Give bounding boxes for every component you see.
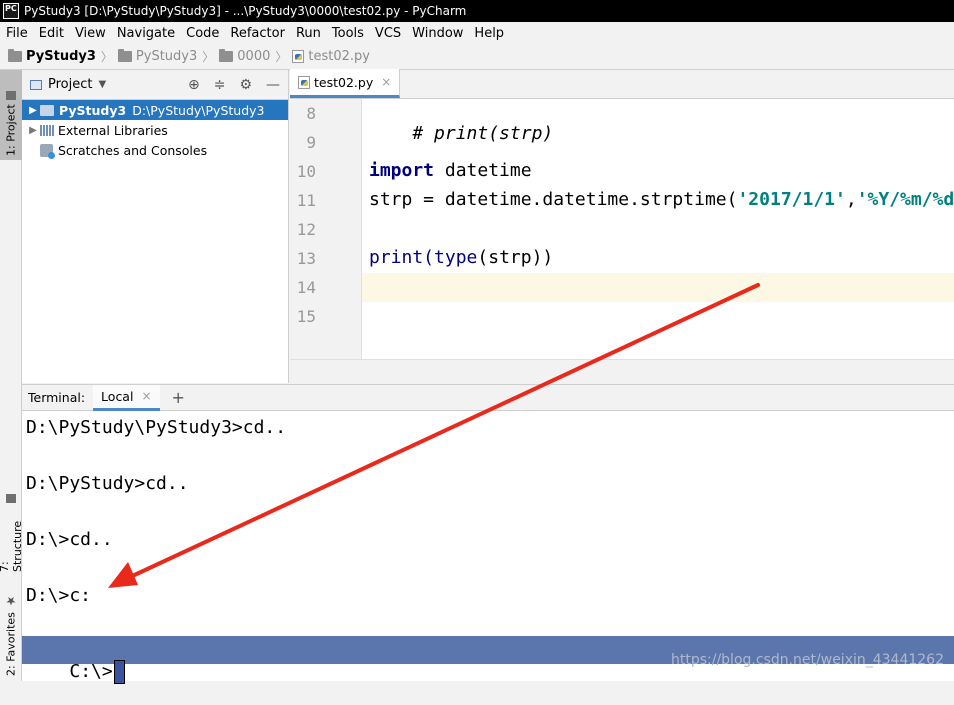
- breadcrumb-folder[interactable]: PyStudy3: [117, 49, 197, 64]
- tree-item-scratches[interactable]: Scratches and Consoles: [22, 140, 288, 160]
- breadcrumb-subfolder[interactable]: 0000: [219, 49, 270, 64]
- folder-icon: [219, 49, 234, 62]
- project-panel-header: Project ▼ ⊕ ≑ ⚙ —: [22, 70, 288, 100]
- line-number: 13: [296, 249, 316, 268]
- menu-window[interactable]: Window: [412, 26, 463, 41]
- structure-icon: [6, 494, 16, 503]
- menu-edit[interactable]: Edit: [39, 26, 64, 41]
- line-number: 11: [296, 191, 316, 210]
- chevron-right-icon: 〉: [100, 50, 113, 64]
- editor-tab-bar: test02.py ×: [290, 69, 954, 99]
- code-editor[interactable]: test02.py × 8 9 10 11 12 13 14 15 # prin…: [290, 69, 954, 383]
- project-view-selector[interactable]: Project: [48, 77, 92, 92]
- editor-tab-test02[interactable]: test02.py ×: [290, 69, 401, 98]
- terminal-line: D:\>cd..: [26, 529, 113, 550]
- folder-icon: [8, 49, 22, 62]
- python-file-icon: [292, 50, 305, 63]
- line-number: 15: [296, 307, 316, 326]
- line-number: 9: [306, 133, 316, 152]
- line-number: 8: [306, 104, 316, 123]
- chevron-right-icon: 〉: [275, 50, 288, 64]
- chevron-right-icon[interactable]: ▶: [26, 125, 40, 136]
- breadcrumb-project[interactable]: PyStudy3: [8, 49, 96, 64]
- menu-vcs[interactable]: VCS: [375, 26, 401, 41]
- tree-item-external-libraries[interactable]: ▶ External Libraries: [22, 120, 288, 140]
- line-number: 12: [296, 220, 316, 239]
- menu-file[interactable]: File: [6, 26, 28, 41]
- window-title: PyStudy3 [D:\PyStudy\PyStudy3] - ...\PyS…: [24, 4, 467, 18]
- chevron-right-icon[interactable]: ▶: [26, 105, 40, 116]
- folder-icon: [117, 49, 132, 62]
- close-icon[interactable]: ×: [381, 75, 391, 89]
- code-line-8: # print(strp): [412, 123, 554, 144]
- tool-tab-favorites[interactable]: 2: Favorites ★: [0, 590, 22, 680]
- menu-tools[interactable]: Tools: [332, 26, 364, 41]
- scratches-icon: [40, 143, 55, 159]
- menu-refactor[interactable]: Refactor: [230, 26, 285, 41]
- title-bar: PC PyStudy3 [D:\PyStudy\PyStudy3] - ...\…: [0, 0, 954, 22]
- menu-run[interactable]: Run: [296, 26, 321, 41]
- new-terminal-button[interactable]: +: [172, 388, 185, 407]
- line-number: 10: [296, 162, 316, 181]
- star-icon: ★: [4, 594, 18, 609]
- terminal-prompt: C:\>: [69, 661, 113, 682]
- terminal-output[interactable]: D:\PyStudy\PyStudy3>cd.. D:\PyStudy>cd..…: [22, 411, 954, 684]
- terminal-tab-local[interactable]: Local ×: [93, 384, 160, 411]
- menu-navigate[interactable]: Navigate: [117, 26, 175, 41]
- line-number: 14: [296, 278, 316, 297]
- tree-item-project-root[interactable]: ▶ PyStudy3 D:\PyStudy\PyStudy3: [22, 100, 288, 120]
- folder-icon: [40, 104, 54, 116]
- hide-panel-icon[interactable]: —: [266, 77, 280, 93]
- breadcrumb: PyStudy3 〉 PyStudy3 〉 0000 〉 test02.py: [0, 44, 954, 70]
- library-icon: [40, 124, 54, 136]
- terminal-prompt-line[interactable]: C:\>: [26, 639, 125, 705]
- gear-icon[interactable]: ⚙: [239, 77, 252, 93]
- code-line-10: import datetime: [369, 160, 532, 181]
- menu-code[interactable]: Code: [186, 26, 219, 41]
- python-file-icon: [298, 75, 310, 89]
- watermark: https://blog.csdn.net/weixin_43441262: [670, 652, 944, 668]
- project-view-icon: [30, 79, 42, 90]
- chevron-right-icon: 〉: [202, 50, 215, 64]
- terminal-line: D:\PyStudy\PyStudy3>cd..: [26, 417, 287, 438]
- terminal-line: D:\PyStudy>cd..: [26, 473, 189, 494]
- menu-bar: File Edit View Navigate Code Refactor Ru…: [0, 22, 954, 44]
- code-line-11: strp = datetime.datetime.strptime('2017/…: [369, 189, 954, 210]
- terminal-title: Terminal:: [28, 390, 86, 405]
- tool-tab-structure[interactable]: 7: Structure: [0, 490, 24, 576]
- current-line-highlight: [362, 273, 954, 302]
- terminal-line: D:\>c:: [26, 585, 92, 606]
- close-icon[interactable]: ×: [141, 389, 151, 403]
- folder-icon: [6, 91, 16, 101]
- menu-view[interactable]: View: [75, 26, 106, 41]
- editor-footer: [290, 359, 954, 383]
- chevron-down-icon[interactable]: ▼: [98, 79, 106, 90]
- tool-window-strip: 1: Project 7: Structure 2: Favorites ★: [0, 70, 24, 681]
- menu-help[interactable]: Help: [474, 26, 504, 41]
- breadcrumb-file[interactable]: test02.py: [292, 49, 370, 64]
- code-line-13: print(type(strp)): [369, 247, 554, 268]
- project-panel: Project ▼ ⊕ ≑ ⚙ — ▶ PyStudy3 D:\PyStudy\…: [22, 70, 289, 383]
- text-cursor: [113, 660, 125, 684]
- terminal-header: Terminal: Local × +: [22, 384, 954, 411]
- locate-file-icon[interactable]: ⊕: [188, 77, 200, 93]
- collapse-all-icon[interactable]: ≑: [214, 77, 226, 93]
- tool-tab-project[interactable]: 1: Project: [0, 70, 22, 160]
- pycharm-logo-icon: PC: [3, 3, 19, 19]
